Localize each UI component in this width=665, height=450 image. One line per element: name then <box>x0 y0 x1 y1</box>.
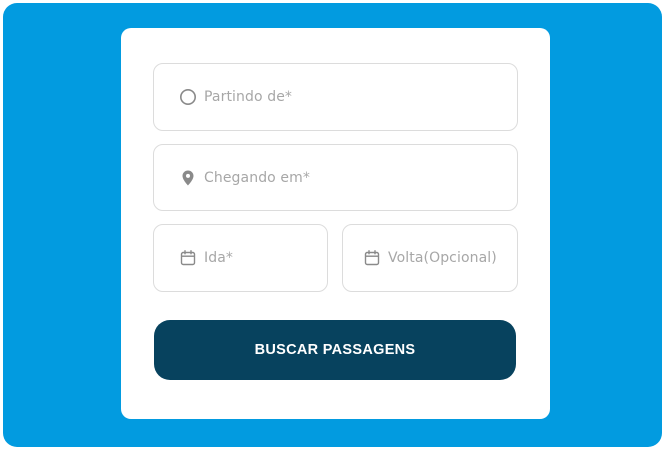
destination-placeholder: Chegando em* <box>204 169 310 186</box>
return-date-placeholder: Volta(Opcional) <box>388 250 497 266</box>
page-background: Partindo de* Chegando em* Ida* Volta(Opc… <box>3 3 662 447</box>
calendar-icon <box>363 249 381 267</box>
origin-field[interactable]: Partindo de* <box>153 63 518 131</box>
location-pin-icon <box>179 169 197 187</box>
search-tickets-button[interactable]: BUSCAR PASSAGENS <box>154 320 516 380</box>
destination-field[interactable]: Chegando em* <box>153 144 518 211</box>
search-form-card: Partindo de* Chegando em* Ida* Volta(Opc… <box>121 28 550 419</box>
departure-date-field[interactable]: Ida* <box>153 224 328 292</box>
departure-date-placeholder: Ida* <box>204 250 233 266</box>
return-date-field[interactable]: Volta(Opcional) <box>342 224 518 292</box>
calendar-icon <box>179 249 197 267</box>
radio-circle-icon <box>179 88 197 106</box>
origin-placeholder: Partindo de* <box>204 89 293 105</box>
